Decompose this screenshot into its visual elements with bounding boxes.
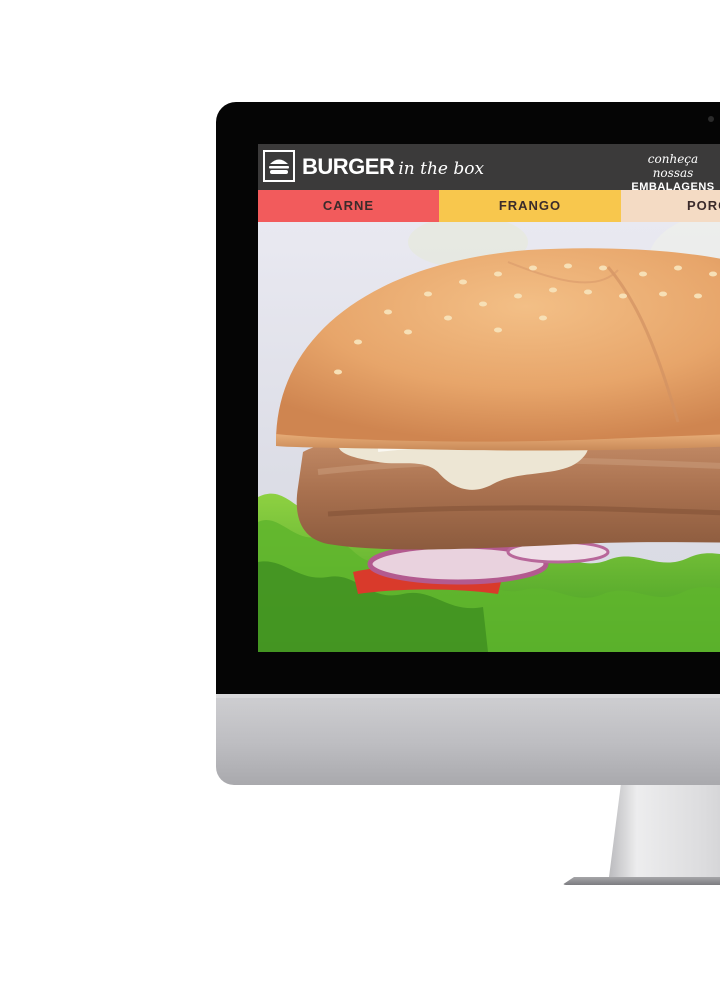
stand-foot [562, 877, 720, 885]
monitor-stand [562, 785, 720, 897]
tab-carne-label: CARNE [322, 198, 375, 213]
monitor: BURGER in the box conheça nossas EMBALAGE… [216, 102, 720, 785]
chin-highlight [216, 694, 720, 698]
tab-porco[interactable]: PORC [621, 190, 720, 222]
burger-illustration [258, 222, 720, 652]
category-nav: CARNE FRANGO PORC [258, 190, 720, 222]
burger-icon [269, 159, 289, 174]
logo-button[interactable] [263, 150, 295, 182]
tab-porco-label: PORC [687, 198, 720, 213]
hero-burger-image [258, 222, 720, 652]
mockup-stage: BURGER in the box conheça nossas EMBALAGE… [0, 0, 720, 1000]
packaging-link-line1: conheça nossas [647, 152, 699, 180]
tab-frango-label: FRANGO [498, 198, 562, 213]
stand-neck [608, 785, 720, 885]
packaging-link[interactable]: conheça nossas EMBALAGENS [628, 152, 718, 194]
monitor-chin [216, 694, 720, 785]
brand-main: BURGER [302, 154, 395, 179]
brand-sub: in the box [398, 159, 485, 179]
screen: BURGER in the box conheça nossas EMBALAGE… [258, 144, 720, 652]
tab-frango[interactable]: FRANGO [439, 190, 621, 222]
site-header: BURGER in the box conheça nossas EMBALAGE… [258, 144, 720, 193]
tab-carne[interactable]: CARNE [258, 190, 439, 222]
brand-logo[interactable]: BURGER in the box [302, 153, 484, 181]
camera-dot [708, 116, 714, 122]
